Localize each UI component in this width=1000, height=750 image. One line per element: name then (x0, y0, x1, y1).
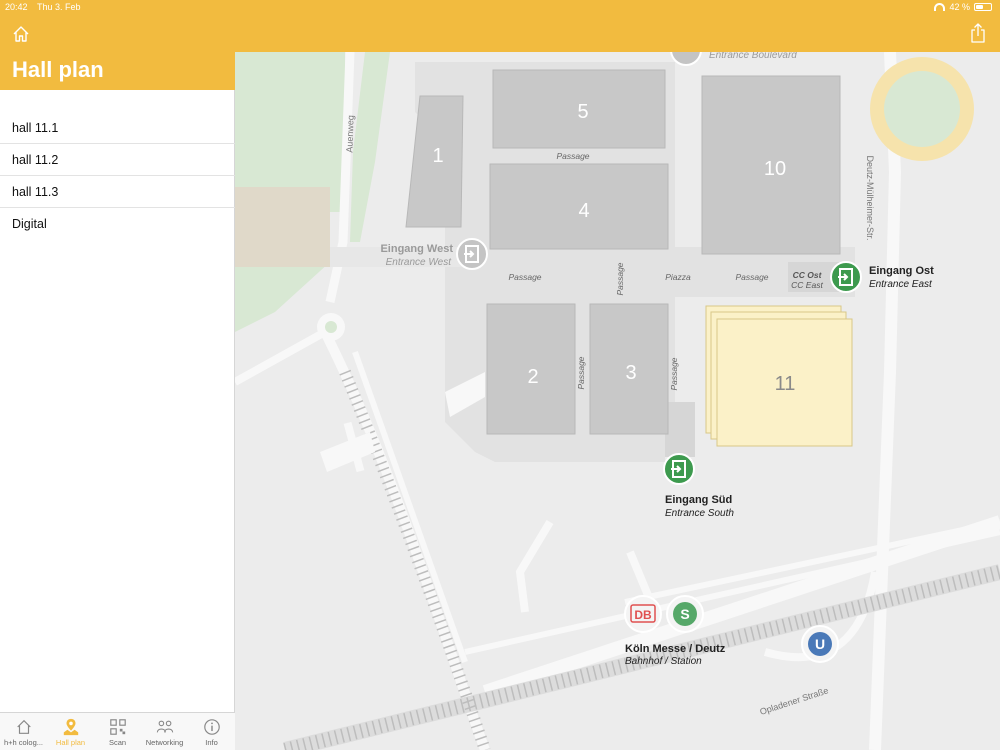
hall-4[interactable]: 4 (489, 163, 669, 250)
hall-3[interactable]: 3 (589, 303, 669, 435)
qr-code-icon (109, 719, 126, 735)
hall-10[interactable]: 10 (701, 75, 841, 255)
ubahn-label: U (815, 636, 825, 652)
tab-label: Info (205, 738, 218, 747)
entrance-south-label: Eingang Süd (665, 494, 732, 506)
entrance-east-label-en: Entrance East (869, 279, 933, 290)
status-time: 20:42 (5, 2, 28, 12)
hall-plan-map[interactable]: 1 5 4 2 3 10 11 Passage Passage Passage … (235, 52, 1000, 750)
list-item-hall-11-3[interactable]: hall 11.3 (0, 176, 235, 208)
entrance-south-label-en: Entrance South (665, 508, 734, 519)
map-pin-icon (63, 718, 78, 736)
tab-label: Scan (108, 738, 127, 747)
list-item-hall-11-1[interactable]: hall 11.1 (0, 112, 235, 144)
station-name: Köln Messe / Deutz (625, 643, 726, 655)
battery-fill (976, 5, 983, 9)
tab-info[interactable]: Info (188, 713, 235, 750)
tab-hall-plan[interactable]: Hall plan (47, 713, 94, 750)
entrance-east-label: Eingang Ost (869, 265, 934, 277)
hall-number: 1 (432, 145, 443, 167)
cc-east-label-en: CC East (791, 280, 823, 290)
status-bar: 20:42 Thu 3. Feb 42 % (0, 0, 1000, 16)
hall-list: hall 11.1 hall 11.2 hall 11.3 Digital (0, 112, 235, 240)
sand-area (235, 187, 330, 267)
map-canvas: 1 5 4 2 3 10 11 Passage Passage Passage … (235, 52, 1000, 750)
sidebar: Hall plan hall 11.1 hall 11.2 hall 11.3 … (0, 0, 235, 750)
roundabout-center (325, 321, 337, 333)
wifi-icon (934, 3, 946, 11)
entrance-west-marker[interactable]: Eingang West Entrance West (380, 238, 488, 270)
entrance-boulevard-label: Entrance Boulevard (709, 52, 797, 61)
passage-label: Passage (669, 357, 679, 390)
entrance-west-label-en: Entrance West (386, 257, 453, 268)
station-subtitle: Bahnhof / Station (625, 656, 702, 667)
street-deutz: Deutz-Mülheimer-Str. (865, 155, 875, 240)
hall-number: 3 (625, 362, 636, 384)
hall-number: 2 (527, 366, 538, 388)
hall-2[interactable]: 2 (486, 303, 576, 435)
ubahn-marker[interactable]: U (801, 625, 839, 663)
home-icon (16, 719, 31, 734)
tab-home[interactable]: h+h colog... (0, 713, 47, 750)
passage-label: Passage (556, 151, 589, 161)
hall-number: 10 (764, 158, 786, 180)
tab-scan[interactable]: Scan (94, 713, 141, 750)
street-auenweg: Auenweg (344, 115, 355, 153)
piazza-label: Piazza (665, 272, 691, 282)
battery-percent: 42 % (949, 2, 970, 12)
tab-networking[interactable]: Networking (141, 713, 188, 750)
passage-label: Passage (735, 272, 768, 282)
passage-label: Passage (576, 356, 586, 389)
roundabout-center (884, 71, 960, 147)
hall-11[interactable]: 11 (705, 305, 853, 447)
status-indicators: 42 % (934, 2, 992, 12)
hall-number: 5 (577, 101, 588, 123)
tab-label: h+h colog... (4, 738, 43, 747)
share-icon[interactable] (970, 23, 986, 43)
passage-label: Passage (615, 262, 625, 295)
hall-number: 11 (775, 373, 796, 395)
list-item-hall-11-2[interactable]: hall 11.2 (0, 144, 235, 176)
battery-icon (974, 3, 992, 11)
tab-label: Networking (145, 738, 184, 747)
status-date: Thu 3. Feb (37, 2, 81, 12)
tab-label: Hall plan (55, 738, 86, 747)
home-icon[interactable] (11, 24, 31, 44)
list-item-digital[interactable]: Digital (0, 208, 235, 240)
info-icon (203, 719, 220, 735)
people-icon (156, 720, 173, 733)
passage-label: Passage (508, 272, 541, 282)
db-label: DB (634, 608, 652, 622)
structure (665, 402, 695, 457)
hall-5[interactable]: 5 (492, 69, 666, 149)
entrance-west-label: Eingang West (380, 243, 453, 255)
cc-east-label: CC Ost (793, 270, 823, 280)
sbahn-label: S (680, 606, 689, 622)
tab-bar: h+h colog... Hall plan Scan Networking I… (0, 712, 235, 750)
page-title: Hall plan (12, 57, 104, 82)
hall-number: 4 (578, 200, 589, 222)
